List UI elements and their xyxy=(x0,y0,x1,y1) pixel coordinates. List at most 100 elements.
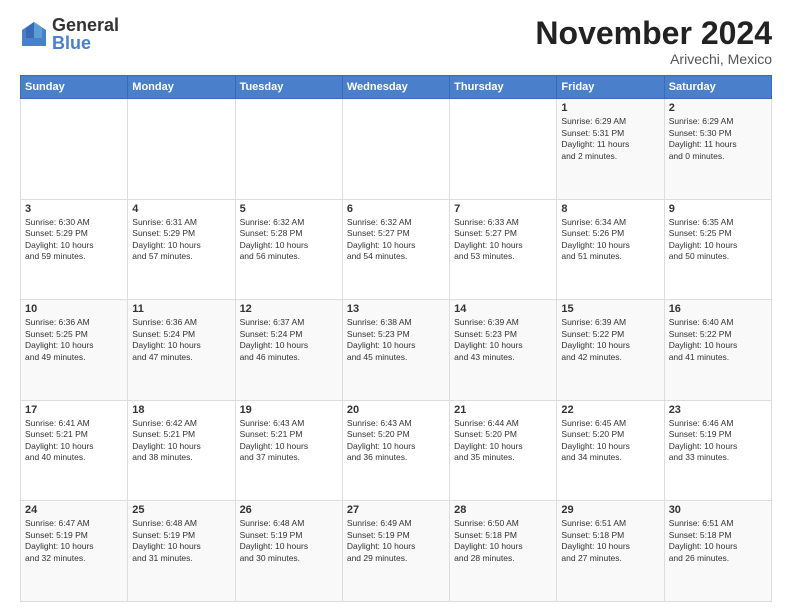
day-number: 10 xyxy=(25,303,123,315)
day-info: Sunrise: 6:36 AM Sunset: 5:24 PM Dayligh… xyxy=(132,317,230,363)
logo-blue: Blue xyxy=(52,34,119,52)
col-friday: Friday xyxy=(557,76,664,99)
day-info: Sunrise: 6:36 AM Sunset: 5:25 PM Dayligh… xyxy=(25,317,123,363)
calendar-cell: 12 Sunrise: 6:37 AM Sunset: 5:24 PM Dayli… xyxy=(235,300,342,401)
day-number: 1 xyxy=(561,102,659,114)
day-number: 12 xyxy=(240,303,338,315)
day-info: Sunrise: 6:35 AM Sunset: 5:25 PM Dayligh… xyxy=(669,217,767,263)
week-row-4: 17 Sunrise: 6:41 AM Sunset: 5:21 PM Dayli… xyxy=(21,400,772,501)
calendar-cell xyxy=(342,99,449,200)
calendar-cell: 22 Sunrise: 6:45 AM Sunset: 5:20 PM Dayli… xyxy=(557,400,664,501)
calendar-cell: 10 Sunrise: 6:36 AM Sunset: 5:25 PM Dayli… xyxy=(21,300,128,401)
calendar-cell: 20 Sunrise: 6:43 AM Sunset: 5:20 PM Dayli… xyxy=(342,400,449,501)
header-row: Sunday Monday Tuesday Wednesday Thursday… xyxy=(21,76,772,99)
day-number: 24 xyxy=(25,504,123,516)
day-info: Sunrise: 6:48 AM Sunset: 5:19 PM Dayligh… xyxy=(132,518,230,564)
col-sunday: Sunday xyxy=(21,76,128,99)
day-info: Sunrise: 6:42 AM Sunset: 5:21 PM Dayligh… xyxy=(132,418,230,464)
day-number: 15 xyxy=(561,303,659,315)
day-number: 6 xyxy=(347,203,445,215)
day-number: 27 xyxy=(347,504,445,516)
col-wednesday: Wednesday xyxy=(342,76,449,99)
day-number: 5 xyxy=(240,203,338,215)
week-row-3: 10 Sunrise: 6:36 AM Sunset: 5:25 PM Dayli… xyxy=(21,300,772,401)
week-row-5: 24Sunrise: 6:47 AM Sunset: 5:19 PM Dayli… xyxy=(21,501,772,602)
calendar-cell: 9 Sunrise: 6:35 AM Sunset: 5:25 PM Daylig… xyxy=(664,199,771,300)
page: General Blue November 2024 Arivechi, Mex… xyxy=(0,0,792,612)
day-number: 9 xyxy=(669,203,767,215)
day-number: 29 xyxy=(561,504,659,516)
day-info: Sunrise: 6:43 AM Sunset: 5:20 PM Dayligh… xyxy=(347,418,445,464)
calendar-cell: 7 Sunrise: 6:33 AM Sunset: 5:27 PM Daylig… xyxy=(450,199,557,300)
day-info: Sunrise: 6:34 AM Sunset: 5:26 PM Dayligh… xyxy=(561,217,659,263)
calendar-cell: 21Sunrise: 6:44 AM Sunset: 5:20 PM Dayli… xyxy=(450,400,557,501)
calendar-cell: 15 Sunrise: 6:39 AM Sunset: 5:22 PM Dayli… xyxy=(557,300,664,401)
calendar-cell: 11 Sunrise: 6:36 AM Sunset: 5:24 PM Dayli… xyxy=(128,300,235,401)
calendar-cell: 13Sunrise: 6:38 AM Sunset: 5:23 PM Dayli… xyxy=(342,300,449,401)
calendar-cell xyxy=(450,99,557,200)
calendar-cell: 27 Sunrise: 6:49 AM Sunset: 5:19 PM Dayli… xyxy=(342,501,449,602)
day-number: 17 xyxy=(25,404,123,416)
day-number: 18 xyxy=(132,404,230,416)
day-number: 3 xyxy=(25,203,123,215)
day-number: 11 xyxy=(132,303,230,315)
calendar-cell: 3Sunrise: 6:30 AM Sunset: 5:29 PM Daylig… xyxy=(21,199,128,300)
calendar-table: Sunday Monday Tuesday Wednesday Thursday… xyxy=(20,75,772,602)
day-info: Sunrise: 6:48 AM Sunset: 5:19 PM Dayligh… xyxy=(240,518,338,564)
day-number: 13 xyxy=(347,303,445,315)
day-info: Sunrise: 6:40 AM Sunset: 5:22 PM Dayligh… xyxy=(669,317,767,363)
day-info: Sunrise: 6:32 AM Sunset: 5:28 PM Dayligh… xyxy=(240,217,338,263)
title-block: November 2024 Arivechi, Mexico xyxy=(535,16,772,67)
day-info: Sunrise: 6:32 AM Sunset: 5:27 PM Dayligh… xyxy=(347,217,445,263)
day-info: Sunrise: 6:39 AM Sunset: 5:22 PM Dayligh… xyxy=(561,317,659,363)
calendar-cell: 1Sunrise: 6:29 AM Sunset: 5:31 PM Daylig… xyxy=(557,99,664,200)
calendar-cell: 28Sunrise: 6:50 AM Sunset: 5:18 PM Dayli… xyxy=(450,501,557,602)
day-info: Sunrise: 6:45 AM Sunset: 5:20 PM Dayligh… xyxy=(561,418,659,464)
day-number: 19 xyxy=(240,404,338,416)
col-thursday: Thursday xyxy=(450,76,557,99)
calendar-cell: 25 Sunrise: 6:48 AM Sunset: 5:19 PM Dayli… xyxy=(128,501,235,602)
logo-icon xyxy=(20,20,48,48)
day-number: 7 xyxy=(454,203,552,215)
day-info: Sunrise: 6:33 AM Sunset: 5:27 PM Dayligh… xyxy=(454,217,552,263)
day-number: 4 xyxy=(132,203,230,215)
day-number: 23 xyxy=(669,404,767,416)
calendar-cell: 26 Sunrise: 6:48 AM Sunset: 5:19 PM Dayli… xyxy=(235,501,342,602)
logo-general: General xyxy=(52,16,119,34)
day-number: 20 xyxy=(347,404,445,416)
day-info: Sunrise: 6:41 AM Sunset: 5:21 PM Dayligh… xyxy=(25,418,123,464)
day-info: Sunrise: 6:51 AM Sunset: 5:18 PM Dayligh… xyxy=(561,518,659,564)
day-info: Sunrise: 6:37 AM Sunset: 5:24 PM Dayligh… xyxy=(240,317,338,363)
calendar-cell xyxy=(21,99,128,200)
day-info: Sunrise: 6:39 AM Sunset: 5:23 PM Dayligh… xyxy=(454,317,552,363)
col-tuesday: Tuesday xyxy=(235,76,342,99)
calendar-cell: 29 Sunrise: 6:51 AM Sunset: 5:18 PM Dayli… xyxy=(557,501,664,602)
day-info: Sunrise: 6:51 AM Sunset: 5:18 PM Dayligh… xyxy=(669,518,767,564)
day-info: Sunrise: 6:31 AM Sunset: 5:29 PM Dayligh… xyxy=(132,217,230,263)
month-title: November 2024 xyxy=(535,16,772,51)
day-number: 8 xyxy=(561,203,659,215)
calendar-cell xyxy=(128,99,235,200)
calendar-cell: 8 Sunrise: 6:34 AM Sunset: 5:26 PM Daylig… xyxy=(557,199,664,300)
calendar-cell: 6 Sunrise: 6:32 AM Sunset: 5:27 PM Daylig… xyxy=(342,199,449,300)
week-row-1: 1Sunrise: 6:29 AM Sunset: 5:31 PM Daylig… xyxy=(21,99,772,200)
calendar-cell: 5 Sunrise: 6:32 AM Sunset: 5:28 PM Daylig… xyxy=(235,199,342,300)
logo-text: General Blue xyxy=(52,16,119,52)
day-info: Sunrise: 6:46 AM Sunset: 5:19 PM Dayligh… xyxy=(669,418,767,464)
day-number: 25 xyxy=(132,504,230,516)
calendar-cell: 23 Sunrise: 6:46 AM Sunset: 5:19 PM Dayli… xyxy=(664,400,771,501)
day-info: Sunrise: 6:43 AM Sunset: 5:21 PM Dayligh… xyxy=(240,418,338,464)
calendar-cell xyxy=(235,99,342,200)
day-number: 22 xyxy=(561,404,659,416)
day-info: Sunrise: 6:50 AM Sunset: 5:18 PM Dayligh… xyxy=(454,518,552,564)
calendar-cell: 24Sunrise: 6:47 AM Sunset: 5:19 PM Dayli… xyxy=(21,501,128,602)
day-number: 14 xyxy=(454,303,552,315)
logo: General Blue xyxy=(20,16,119,52)
calendar-cell: 4 Sunrise: 6:31 AM Sunset: 5:29 PM Daylig… xyxy=(128,199,235,300)
calendar-cell: 14 Sunrise: 6:39 AM Sunset: 5:23 PM Dayli… xyxy=(450,300,557,401)
day-number: 26 xyxy=(240,504,338,516)
calendar-cell: 2Sunrise: 6:29 AM Sunset: 5:30 PM Daylig… xyxy=(664,99,771,200)
col-saturday: Saturday xyxy=(664,76,771,99)
day-info: Sunrise: 6:49 AM Sunset: 5:19 PM Dayligh… xyxy=(347,518,445,564)
day-info: Sunrise: 6:29 AM Sunset: 5:30 PM Dayligh… xyxy=(669,116,767,162)
